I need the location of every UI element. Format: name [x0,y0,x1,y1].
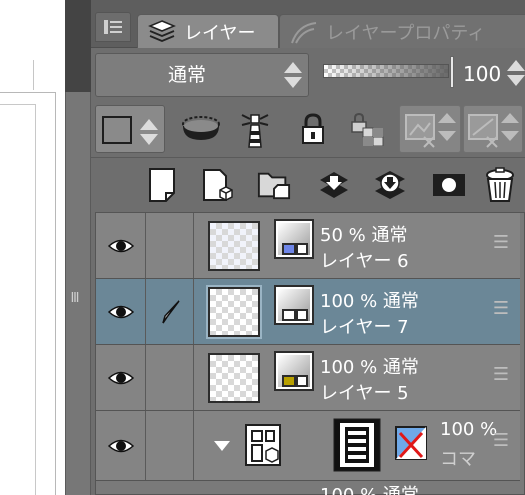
layer-opacity-blend: 100 % 通常 [320,357,419,378]
layer-opacity-blend: 100 % [440,419,498,440]
lock-layer-button[interactable] [295,105,331,153]
visibility-toggle[interactable] [96,213,146,278]
eye-icon [107,439,134,452]
folder-expand-icon[interactable] [214,441,230,451]
layer-stack-icon [148,19,176,42]
reference-layer-button[interactable] [235,105,275,153]
layer-type-icon [274,219,314,259]
new-folder-button[interactable] [257,166,291,204]
delete-layer-button[interactable] [483,166,517,204]
canvas[interactable] [0,0,65,495]
lighthouse-icon [241,114,269,148]
layer-property-icon [291,21,317,43]
panel-menu-button[interactable] [95,12,131,42]
layer-drag-handle-icon[interactable]: ☰ [492,233,510,253]
transfer-to-lower-layer-button[interactable] [317,166,351,204]
rectangle-icon [102,116,132,144]
layer-opacity-blend: 100 % 通常 [320,291,419,312]
merge-down-icon [375,171,405,199]
layer-row[interactable]: 100 % 通常 レイヤー 5 ☰ [96,345,520,411]
layer-list: 50 % 通常 レイヤー 6 ☰ 100 % 通常 レイヤー 7 ☰ 100 %… [95,212,525,495]
opacity-value[interactable]: 100 [463,60,507,88]
panel-menu-icon [104,20,122,34]
blend-mode-value: 通常 [167,64,206,86]
visibility-toggle[interactable] [96,345,146,410]
lock-icon [302,113,324,144]
splitter-header [65,0,91,92]
eye-icon [107,239,134,252]
tab-bar: レイヤー レイヤープロパティ [91,0,525,48]
tab-layer-property-label: レイヤープロパティ [326,22,486,44]
clip-to-below-button[interactable] [177,105,225,153]
new-vector-layer-button[interactable] [201,166,235,204]
layer-panel: レイヤー レイヤープロパティ 通常 100 50 % 通常 レイヤー 6 ☰ 1… [91,0,525,495]
draw-mode-select[interactable] [95,105,165,153]
editing-indicator-cell[interactable] [146,279,194,344]
layer-row-selected[interactable]: 100 % 通常 レイヤー 7 ☰ [96,279,520,345]
new-folder-icon [257,172,291,200]
trash-icon [486,167,514,202]
editing-indicator-cell[interactable] [146,345,194,410]
transfer-down-icon [320,172,348,198]
pen-nib-icon [161,299,180,323]
new-raster-layer-button[interactable] [145,166,179,204]
layer-drag-handle-icon[interactable]: ☰ [492,299,510,319]
layer-action-row [91,157,525,211]
clipping-icon [182,116,220,140]
opacity-slider-fill [324,65,448,77]
layer-mask-icon [433,174,465,196]
canvas-frame [0,104,36,495]
frame-border-icon [333,418,381,472]
splitter-grip-icon[interactable]: Ⅲ [70,292,80,306]
layer-folder-row[interactable]: 100 % コマ ☰ [96,411,520,481]
partial-layer-label: 100 % 通常 [320,481,419,495]
layer-name: コマ [440,449,476,470]
merge-with-lower-layer-button[interactable] [373,166,407,204]
new-vector-layer-icon [203,169,233,201]
new-layer-icon [149,168,175,202]
mask-disabled-red-icon [395,426,427,460]
layer-row[interactable]: 50 % 通常 レイヤー 6 ☰ [96,213,520,279]
app-window: Ⅲ レイヤー レイヤープロパティ 通常 100 50 % 通常 レイヤー 6 ☰… [0,0,525,495]
lock-transparency-icon [351,112,384,146]
mask-apply-button[interactable] [399,105,461,153]
opacity-slider[interactable] [323,64,449,78]
visibility-toggle[interactable] [96,411,146,480]
ruler-disabled-icon [468,113,519,148]
tab-layer[interactable]: レイヤー [137,14,279,48]
layer-name: レイヤー 5 [320,383,409,404]
layer-thumbnail [208,221,260,271]
lock-transparent-button[interactable] [345,105,389,153]
ruler-apply-button[interactable] [463,105,523,153]
layer-tool-row [91,101,525,157]
eye-icon [107,305,134,318]
layer-opacity-blend: 50 % 通常 [320,225,408,246]
create-layer-mask-button[interactable] [429,166,469,204]
tab-layer-label: レイヤー [184,22,256,44]
eye-icon [107,371,134,384]
layer-name: レイヤー 7 [320,317,409,338]
layer-thumbnail [208,353,260,403]
canvas-guide-line [33,60,34,90]
editing-indicator-cell[interactable] [146,213,194,278]
layer-type-icon [274,285,314,325]
opacity-slider-handle[interactable] [450,56,454,88]
layer-thumbnail [208,287,260,337]
mask-disabled-icon [405,113,456,148]
frame-folder-icon [245,424,281,466]
editing-indicator-cell[interactable] [146,411,194,480]
tab-layer-property[interactable]: レイヤープロパティ [279,14,525,48]
layer-type-icon [274,351,314,391]
visibility-toggle[interactable] [96,279,146,344]
layer-drag-handle-icon[interactable]: ☰ [492,431,510,451]
layer-drag-handle-icon[interactable]: ☰ [492,365,510,385]
layer-name: レイヤー 6 [320,251,409,272]
blend-mode-select[interactable]: 通常 [95,53,309,97]
